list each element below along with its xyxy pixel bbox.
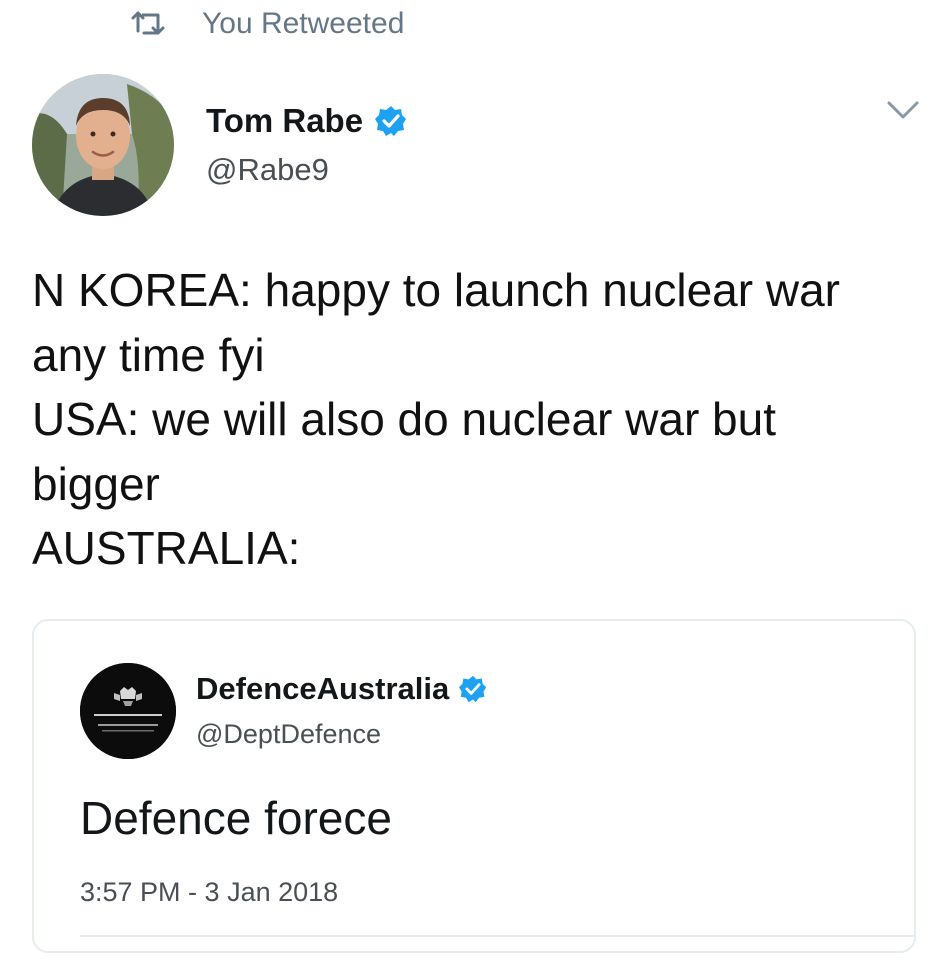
quoted-author-handle[interactable]: @DeptDefence xyxy=(196,719,381,750)
avatar-photo xyxy=(32,74,174,216)
retweet-icon xyxy=(131,11,165,35)
retweet-label: You Retweeted xyxy=(202,7,405,40)
australian-government-crest xyxy=(80,663,176,759)
tweet-line: N KOREA: happy to launch nuclear war xyxy=(32,264,840,316)
tweet-line: USA: we will also do nuclear war but xyxy=(32,393,776,445)
tweet-body: N KOREA: happy to launch nuclear war any… xyxy=(32,258,932,581)
author-name[interactable]: Tom Rabe xyxy=(206,102,407,140)
tweet-line: AUSTRALIA: xyxy=(32,522,301,574)
quoted-avatar[interactable] xyxy=(80,663,176,759)
tweet-line: bigger xyxy=(32,457,160,510)
divider xyxy=(80,935,914,937)
author-avatar[interactable] xyxy=(32,74,174,216)
verified-badge-icon xyxy=(375,106,407,136)
quoted-tweet-text: Defence forece xyxy=(80,792,392,844)
retweet-indicator: You Retweeted xyxy=(130,4,404,44)
quoted-tweet-card[interactable]: DefenceAustralia @DeptDefence Defence fo… xyxy=(32,619,916,953)
chevron-down-icon[interactable] xyxy=(886,98,920,122)
author-handle[interactable]: @Rabe9 xyxy=(206,152,329,188)
quoted-author-name-text: DefenceAustralia xyxy=(196,671,450,706)
verified-badge-icon xyxy=(459,675,487,703)
tweet-line: any time fyi xyxy=(32,328,265,381)
author-name-text: Tom Rabe xyxy=(206,102,364,139)
quoted-author-name[interactable]: DefenceAustralia xyxy=(196,671,487,707)
quoted-timestamp[interactable]: 3:57 PM - 3 Jan 2018 xyxy=(80,877,338,908)
